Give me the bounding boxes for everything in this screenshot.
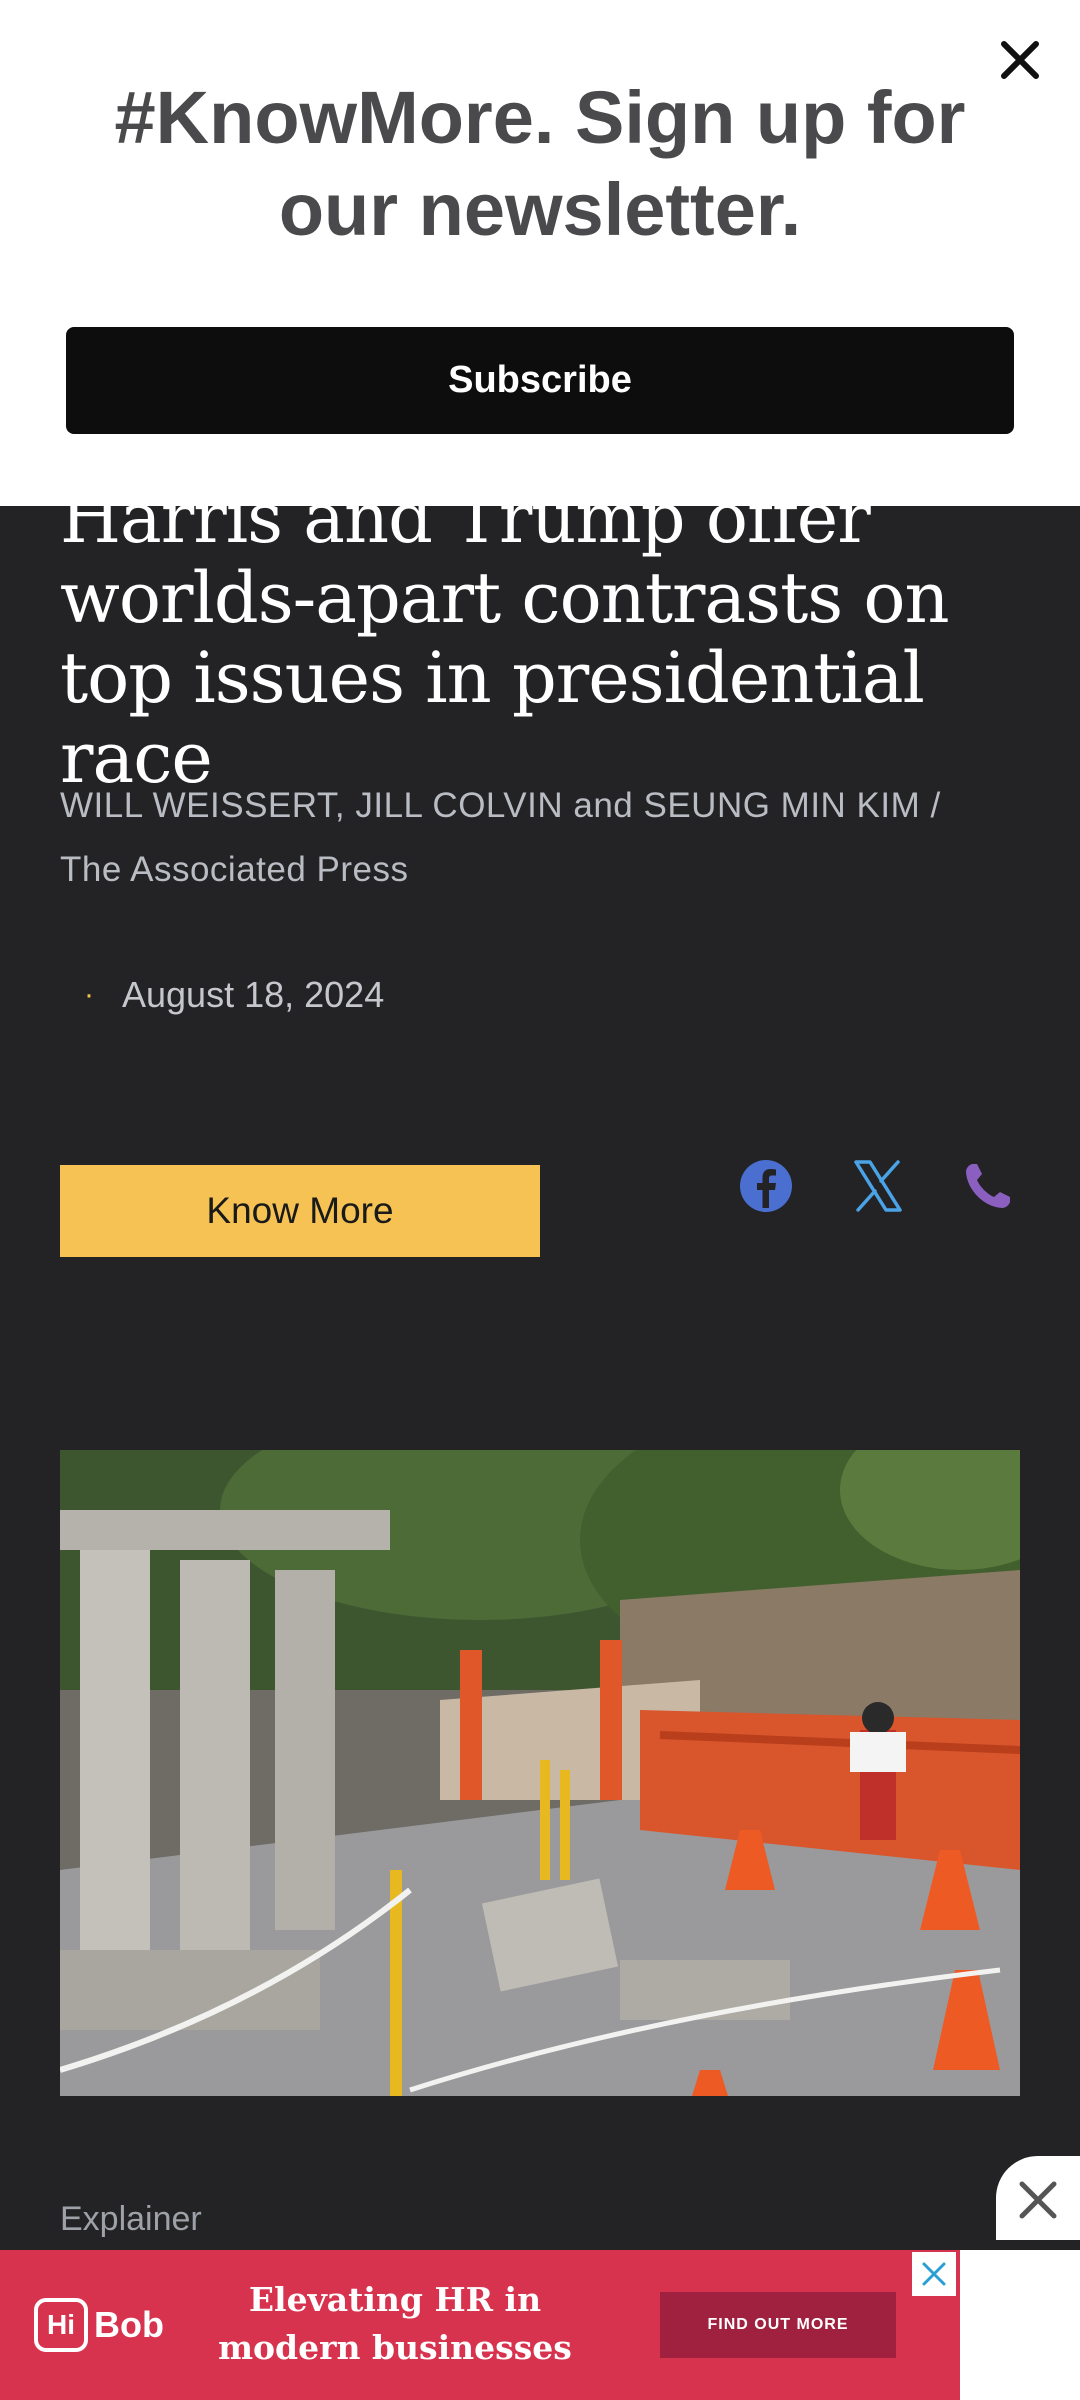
share-facebook-button[interactable]: [736, 1156, 796, 1216]
x-icon: [854, 1160, 902, 1212]
ad-banner[interactable]: Hi Bob Elevating HR in modern businesses…: [0, 2250, 960, 2400]
ad-side-area: [960, 2250, 1080, 2400]
facebook-icon: [740, 1160, 792, 1212]
date-separator: ·: [84, 978, 94, 1011]
share-x-button[interactable]: [848, 1156, 908, 1216]
section-label: Explainer: [60, 2200, 202, 2238]
ad-close-button[interactable]: [912, 2252, 956, 2296]
article-headline: Harris and Trump offer worlds-apart cont…: [60, 477, 950, 799]
article-byline: WILL WEISSERT, JILL COLVIN and SEUNG MIN…: [60, 786, 941, 889]
ad-brand-logo: Hi Bob: [34, 2298, 164, 2352]
publish-date: August 18, 2024: [122, 974, 385, 1015]
newsletter-title: #KnowMore. Sign up for our newsletter.: [114, 76, 966, 251]
ad-headline: Elevating HR in modern businesses: [218, 2280, 572, 2367]
subscribe-button[interactable]: Subscribe: [66, 327, 1014, 434]
hibob-logo-icon: Hi: [34, 2298, 88, 2352]
phone-icon: [966, 1164, 1010, 1208]
close-icon: [922, 2262, 946, 2286]
date-row: · August 18, 2024: [60, 970, 384, 1020]
article-photo: [60, 1450, 1020, 2096]
ad-cta-button[interactable]: FIND OUT MORE: [660, 2292, 896, 2358]
know-more-button[interactable]: Know More: [60, 1165, 540, 1257]
newsletter-popup: #KnowMore. Sign up for our newsletter. S…: [0, 0, 1080, 506]
ad-brand-name: Bob: [94, 2304, 164, 2345]
close-icon: [1019, 2181, 1057, 2219]
share-phone-button[interactable]: [958, 1156, 1018, 1216]
close-ad-floating-button[interactable]: [996, 2156, 1080, 2240]
